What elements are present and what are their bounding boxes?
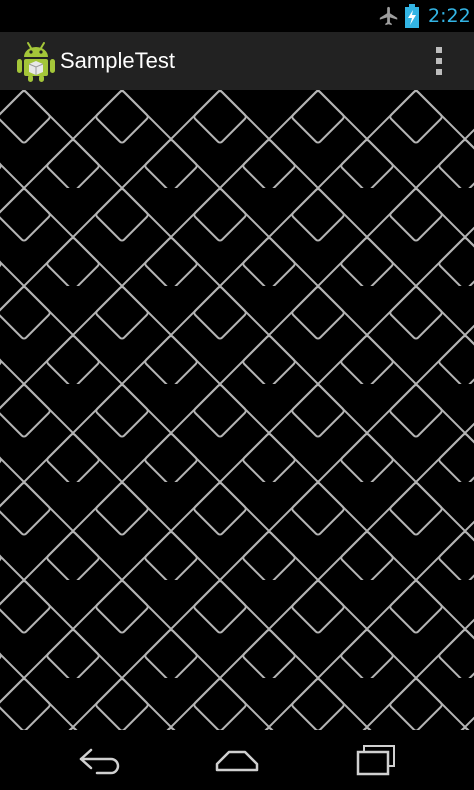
battery-charging-icon: [405, 4, 419, 28]
diamond-pattern: [0, 90, 474, 730]
status-bar: 2:22: [0, 0, 474, 32]
action-bar: SampleTest: [0, 32, 474, 90]
app-title: SampleTest: [60, 48, 175, 73]
content-pattern-area: [0, 90, 474, 730]
overflow-menu-icon[interactable]: [424, 41, 454, 81]
navigation-bar: [0, 730, 474, 790]
android-robot-icon[interactable]: [16, 40, 56, 82]
home-icon[interactable]: [205, 738, 269, 782]
device-screen: 2:22 SampleTest: [0, 0, 474, 790]
status-clock: 2:22: [428, 5, 471, 27]
back-icon[interactable]: [67, 738, 131, 782]
recents-icon[interactable]: [344, 738, 408, 782]
airplane-icon: [379, 6, 398, 26]
